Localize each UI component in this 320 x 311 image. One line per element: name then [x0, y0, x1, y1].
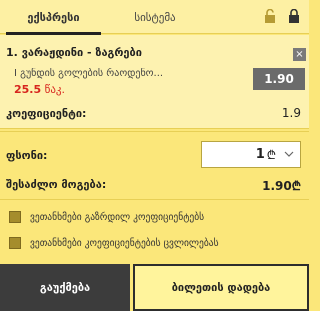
stake-input[interactable]: 1 ₾ — [201, 141, 301, 168]
lari-currency-icon: ₾ — [266, 148, 276, 162]
clear-button[interactable]: გაუქმება — [0, 264, 130, 311]
previous-odds: 25.5 — [14, 83, 42, 96]
accept-higher-odds-checkbox[interactable] — [9, 211, 21, 223]
divider — [0, 128, 309, 129]
market-name: I გუნდის გოლების რაოდენო... — [14, 68, 164, 79]
coefficient-value: 1.9 — [281, 106, 301, 120]
stake-value[interactable]: 1 — [256, 147, 265, 162]
accept-higher-odds-label: ვეთანხმები გაზრდილ კოეფიციენტებს — [30, 211, 205, 223]
accept-odds-change-label: ვეთანხმები კოეფიციენტების ცვლილებას — [30, 237, 219, 249]
stake-label: ფსონი: — [6, 149, 48, 162]
coefficient-label: კოეფიციენტი: — [6, 107, 87, 120]
event-name: ვარაჟდინი - ზაგრები — [21, 46, 142, 59]
previous-odds-unit: წაკ. — [44, 83, 66, 96]
betslip-header: ექსპრესი სისტემა — [0, 0, 309, 35]
divider — [0, 199, 309, 200]
odds-change: 25.5 წაკ. — [14, 83, 65, 96]
close-icon[interactable]: × — [293, 48, 306, 61]
odds-badge: 1.90 — [253, 68, 305, 90]
tab-system[interactable]: სისტემა — [107, 0, 203, 34]
divider — [0, 131, 309, 132]
event-title: 1. ვარაჟდინი - ზაგრები — [6, 46, 142, 59]
possible-win-value: 1.90₾ — [262, 179, 301, 193]
accept-higher-odds-option[interactable]: ვეთანხმები გაზრდილ კოეფიციენტებს — [9, 209, 204, 225]
accept-odds-change-checkbox[interactable] — [9, 237, 21, 249]
selection-index: 1. — [6, 46, 18, 59]
accept-odds-change-option[interactable]: ვეთანხმები კოეფიციენტების ცვლილებას — [9, 235, 219, 251]
place-bet-button[interactable]: ბილეთის დადება — [133, 264, 309, 311]
chevron-down-icon[interactable] — [284, 151, 294, 158]
possible-win-label: შესაძლო მოგება: — [6, 178, 107, 191]
unlock-icon[interactable] — [264, 9, 276, 23]
tab-express[interactable]: ექსპრესი — [0, 0, 107, 35]
lock-icon[interactable] — [288, 9, 300, 23]
